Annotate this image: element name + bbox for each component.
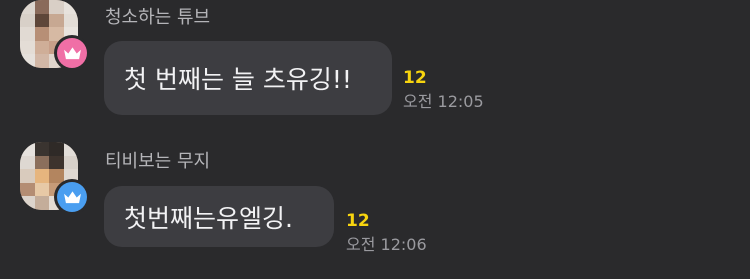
sender-name: 청소하는 튜브 [105, 7, 211, 28]
message-time: 오전 12:06 [346, 235, 427, 254]
message-bubble[interactable]: 첫 번째는 늘 츠유깅!! [104, 41, 392, 115]
message-bubble[interactable]: 첫번째는유엘깅. [104, 186, 334, 247]
crown-icon [63, 190, 81, 203]
message-time: 오전 12:05 [403, 92, 484, 111]
message-meta: 12 오전 12:06 [346, 211, 427, 256]
message-meta: 12 오전 12:05 [403, 68, 484, 113]
unread-count: 12 [403, 68, 427, 88]
crown-badge [57, 38, 87, 68]
message-text: 첫 번째는 늘 츠유깅!! [124, 65, 352, 94]
sender-name: 티비보는 무지 [105, 151, 211, 172]
chat-message-list: 청소하는 튜브 첫 번째는 늘 츠유깅!! 12 오전 12:05 티비보는 무… [0, 0, 750, 279]
crown-badge [57, 182, 87, 212]
unread-count: 12 [346, 211, 370, 231]
crown-icon [63, 46, 81, 59]
message-text: 첫번째는유엘깅. [124, 203, 293, 233]
